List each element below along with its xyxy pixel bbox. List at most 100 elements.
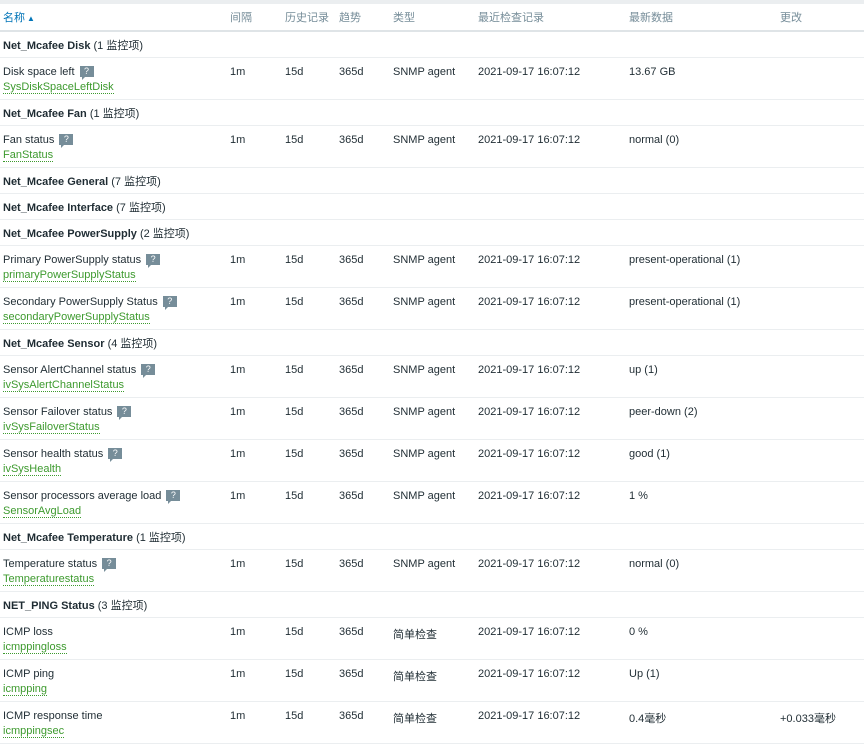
item-last-value-cell: up (1)	[626, 355, 777, 398]
item-last-value-cell: 1 %	[626, 481, 777, 524]
item-last-value-cell: normal (0)	[626, 549, 777, 592]
item-name: ICMP ping	[3, 660, 227, 680]
help-icon[interactable]: ?	[162, 296, 177, 310]
item-last-check: 2021-09-17 16:07:12	[478, 490, 581, 502]
item-key-link[interactable]: ivSysAlertChannelStatus	[3, 376, 227, 392]
group-item-count[interactable]: (2 监控项)	[140, 228, 190, 240]
item-history-cell: 15d	[282, 439, 336, 482]
group-item-count[interactable]: (7 监控项)	[111, 176, 161, 188]
item-type-cell: 简单检查	[390, 701, 475, 744]
item-last-value[interactable]: 0.4毫秒	[629, 702, 777, 726]
item-name-cell: Temperature status? Temperaturestatus	[0, 549, 227, 592]
item-key-link[interactable]: SensorAvgLoad	[3, 502, 227, 518]
item-key-link[interactable]: FanStatus	[3, 146, 227, 162]
column-header-name[interactable]: 名称 ▲	[0, 4, 227, 32]
help-icon[interactable]: ?	[141, 364, 156, 378]
item-key-text: ivSysAlertChannelStatus	[3, 379, 125, 392]
item-interval: 1m	[230, 364, 246, 376]
item-type: 简单检查	[393, 629, 437, 641]
item-key-link[interactable]: icmppingsec	[3, 722, 227, 738]
group-name: Net_Mcafee Temperature	[3, 531, 134, 544]
item-name: Temperature status?	[3, 550, 227, 572]
item-type: 简单检查	[393, 713, 437, 725]
item-last-value[interactable]: good (1)	[629, 440, 777, 460]
item-change	[780, 288, 864, 296]
item-last-check: 2021-09-17 16:07:12	[478, 406, 581, 418]
item-key-link[interactable]: secondaryPowerSupplyStatus	[3, 308, 227, 324]
help-icon[interactable]: ?	[102, 558, 117, 572]
item-last-check-cell: 2021-09-17 16:07:12	[475, 125, 626, 168]
item-history-cell: 15d	[282, 659, 336, 702]
column-header-type: 类型	[390, 4, 475, 32]
item-trends-cell: 365d	[336, 245, 390, 288]
item-interval: 1m	[230, 254, 246, 266]
item-name-cell: ICMP loss icmppingloss	[0, 617, 227, 660]
item-last-value[interactable]: 13.67 GB	[629, 58, 777, 78]
item-key-text: icmppingsec	[3, 725, 65, 738]
table-row: Temperature status? Temperaturestatus 1m 15…	[0, 549, 864, 592]
group-item-count[interactable]: (4 监控项)	[108, 338, 158, 350]
item-last-value-cell: 13.67 GB	[626, 57, 777, 100]
item-type-cell: SNMP agent	[390, 355, 475, 398]
item-last-value[interactable]: normal (0)	[629, 126, 777, 146]
item-history-cell: 15d	[282, 287, 336, 330]
column-header-trends: 趋势	[336, 4, 390, 32]
help-icon[interactable]: ?	[166, 490, 181, 504]
item-last-value-cell: good (1)	[626, 439, 777, 482]
item-interval-cell: 1m	[227, 617, 282, 660]
item-trends: 365d	[339, 558, 364, 570]
item-type: SNMP agent	[393, 490, 456, 502]
column-header-history: 历史记录	[282, 4, 336, 32]
item-last-check-cell: 2021-09-17 16:07:12	[475, 245, 626, 288]
item-last-value[interactable]: present-operational (1)	[629, 246, 777, 266]
group-item-count[interactable]: (1 监控项)	[94, 40, 144, 52]
item-key-link[interactable]: ivSysFailoverStatus	[3, 418, 227, 434]
item-key-link[interactable]: Temperaturestatus	[3, 570, 227, 586]
item-type: SNMP agent	[393, 364, 456, 376]
item-interval: 1m	[230, 558, 246, 570]
group-item-count[interactable]: (1 监控项)	[136, 532, 186, 544]
item-last-value[interactable]: normal (0)	[629, 550, 777, 570]
item-last-check-cell: 2021-09-17 16:07:12	[475, 355, 626, 398]
item-last-value[interactable]: 1 %	[629, 482, 777, 502]
help-icon[interactable]: ?	[117, 406, 132, 420]
item-trends-cell: 365d	[336, 125, 390, 168]
table-row: ICMP response time icmppingsec 1m 15d 365d 简单…	[0, 701, 864, 744]
item-type-cell: 简单检查	[390, 617, 475, 660]
item-name: Sensor processors average load?	[3, 482, 227, 504]
item-trends: 365d	[339, 626, 364, 638]
help-icon[interactable]: ?	[59, 134, 74, 148]
group-item-count[interactable]: (1 监控项)	[90, 108, 140, 120]
item-last-value[interactable]: present-operational (1)	[629, 288, 777, 308]
item-name-cell: Sensor AlertChannel status? ivSysAlertCha…	[0, 355, 227, 398]
item-type-cell: SNMP agent	[390, 439, 475, 482]
item-interval: 1m	[230, 296, 246, 308]
item-key-link[interactable]: primaryPowerSupplyStatus	[3, 266, 227, 282]
item-key-text: FanStatus	[3, 149, 54, 162]
item-name-text: Sensor processors average load	[3, 490, 162, 502]
item-type: SNMP agent	[393, 134, 456, 146]
table-row: Fan status? FanStatus 1m 15d 365d SNMP agent 2…	[0, 125, 864, 168]
item-key-link[interactable]: ivSysHealth	[3, 460, 227, 476]
group-cell: Net_Mcafee Interface (7 监控项)	[0, 193, 864, 220]
item-change-cell	[777, 287, 864, 330]
help-icon[interactable]: ?	[79, 66, 94, 80]
help-icon[interactable]: ?	[108, 448, 123, 462]
item-last-value[interactable]: up (1)	[629, 356, 777, 376]
item-last-value[interactable]: 0 %	[629, 618, 777, 638]
item-last-value[interactable]: peer-down (2)	[629, 398, 777, 418]
group-item-count[interactable]: (3 监控项)	[98, 600, 148, 612]
help-icon[interactable]: ?	[146, 254, 161, 268]
item-key-link[interactable]: icmppingloss	[3, 638, 227, 654]
item-key-link[interactable]: icmpping	[3, 680, 227, 696]
item-change-cell	[777, 57, 864, 100]
group-item-count[interactable]: (7 监控项)	[116, 202, 166, 214]
item-type: SNMP agent	[393, 406, 456, 418]
group-name: Net_Mcafee PowerSupply	[3, 227, 137, 240]
item-last-value[interactable]: Up (1)	[629, 660, 777, 680]
item-key-link[interactable]: SysDiskSpaceLeftDisk	[3, 78, 227, 94]
item-history-cell: 15d	[282, 245, 336, 288]
item-name-text: Disk space left	[3, 66, 75, 78]
item-history: 15d	[285, 626, 304, 638]
item-name-text: ICMP ping	[3, 668, 55, 680]
